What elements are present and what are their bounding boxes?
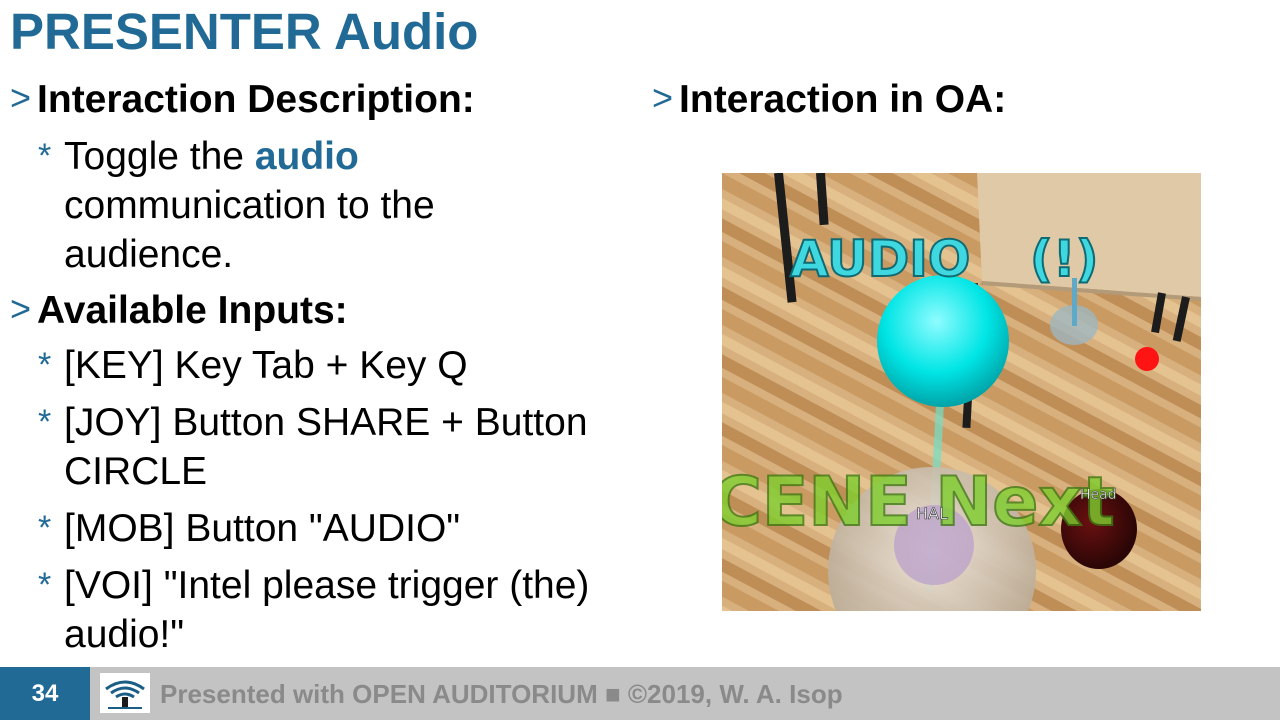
oa-scene-screenshot: AUDIO (!) CENE Next HAL Head: [722, 173, 1201, 611]
left-column: > Interaction Description: * Toggle the …: [10, 78, 630, 659]
input-item-key: * [KEY] Key Tab + Key Q: [38, 341, 630, 390]
description-text: Toggle the audio communication to the au…: [64, 132, 435, 279]
input-item-voi: * [VOI] "Intel please trigger (the) audi…: [38, 561, 630, 659]
open-auditorium-logo-icon: [100, 673, 150, 713]
heading-available-inputs: > Available Inputs:: [10, 289, 630, 333]
footer-text: Presented with OPEN AUDITORIUM ■ ©2019, …: [160, 679, 843, 709]
star-bullet-icon: *: [38, 346, 52, 384]
heading-text: Available Inputs:: [37, 289, 348, 332]
scene-label-next: CENE Next: [722, 463, 1115, 542]
desc-highlight: audio: [254, 135, 359, 178]
heading-interaction-description: > Interaction Description:: [10, 78, 630, 122]
desc-line3: audience.: [64, 233, 234, 276]
heading-interaction-in-oa: > Interaction in OA:: [652, 78, 1006, 122]
arrow-bullet-icon: >: [10, 77, 32, 118]
arrow-bullet-icon: >: [652, 77, 674, 118]
input-line: [MOB] Button "AUDIO": [64, 507, 461, 550]
scene-label-audio: AUDIO: [790, 230, 970, 288]
desc-line2: communication to the: [64, 184, 435, 227]
page-number: 34: [0, 667, 90, 720]
input-item-mob: * [MOB] Button "AUDIO": [38, 504, 630, 553]
star-bullet-icon: *: [38, 137, 52, 175]
star-bullet-icon: *: [38, 566, 52, 604]
desc-pre: Toggle the: [64, 135, 255, 178]
scene-svg: AUDIO (!) CENE Next HAL Head: [722, 173, 1201, 611]
scene-label-head: Head: [1080, 487, 1117, 503]
star-bullet-icon: *: [38, 509, 52, 547]
input-line: [VOI] "Intel please trigger (the): [64, 564, 590, 607]
arrow-bullet-icon: >: [10, 288, 32, 329]
description-item: * Toggle the audio communication to the …: [38, 132, 630, 279]
heading-text: Interaction Description:: [37, 78, 475, 121]
input-line: audio!": [64, 613, 185, 656]
input-line: [KEY] Key Tab + Key Q: [64, 344, 468, 387]
scene-label-hal: HAL: [916, 504, 948, 523]
input-line: [JOY] Button SHARE + Button: [64, 401, 588, 444]
footer-bar: 34 Presented with OPEN AUDITORIUM ■ ©201…: [0, 667, 1280, 720]
star-bullet-icon: *: [38, 403, 52, 441]
heading-text: Interaction in OA:: [679, 78, 1007, 121]
scene-label-excl: (!): [1030, 230, 1099, 288]
input-item-joy: * [JOY] Button SHARE + Button CIRCLE: [38, 398, 630, 496]
slide-title: PRESENTER Audio: [10, 3, 479, 60]
input-line: CIRCLE: [64, 450, 208, 493]
right-heading: > Interaction in OA:: [652, 78, 1006, 122]
